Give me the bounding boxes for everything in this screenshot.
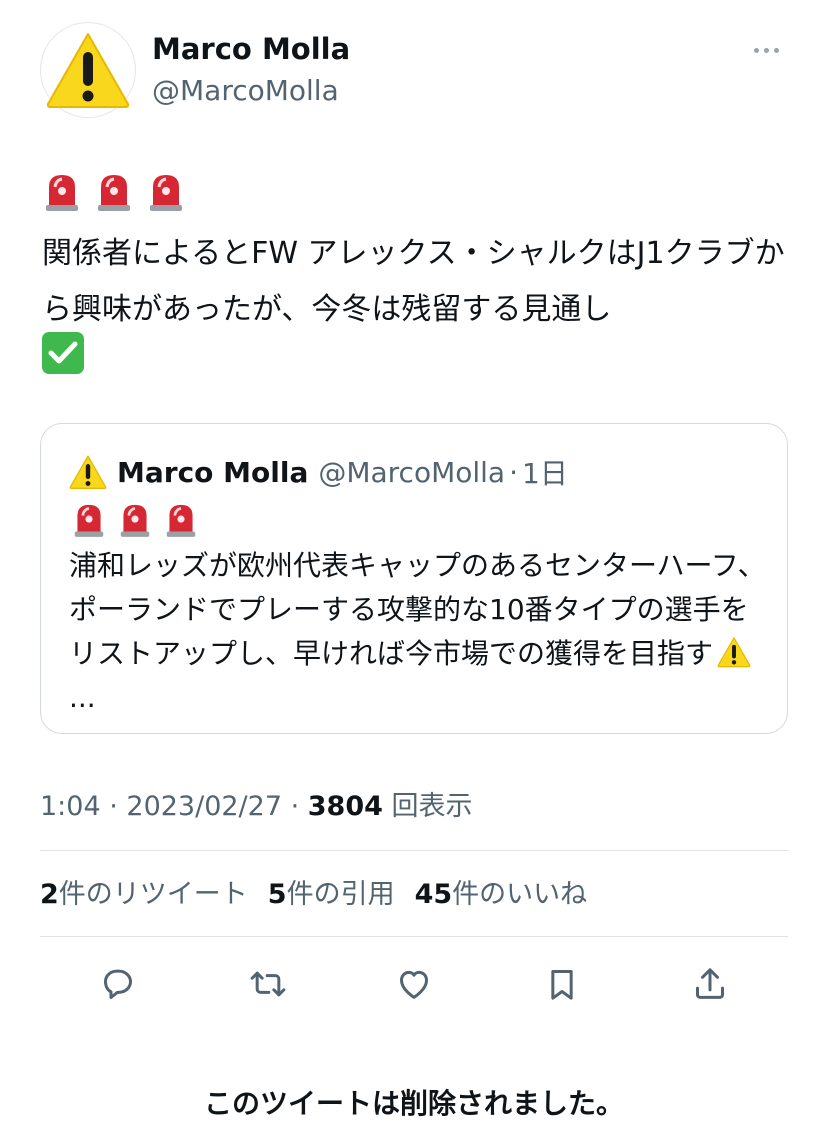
separator: · <box>100 791 127 822</box>
warning-icon <box>69 455 107 490</box>
police-light-icon <box>166 504 196 537</box>
retweets-label: 件のリツイート <box>58 879 248 910</box>
deleted-tweet-notice: このツイートは削除されました。 <box>203 1087 624 1120</box>
divider <box>40 936 788 937</box>
separator: · <box>282 791 308 822</box>
quoted-tweet-header: Marco Molla @MarcoMolla · 1日 <box>69 452 568 492</box>
quoted-tweet-text: 浦和レッズが欧州代表キャップのあるセンターハーフ、ポーランドでプレーする攻撃的な… <box>69 544 769 720</box>
likes-count: 45 <box>414 879 453 910</box>
quotes-count: 5 <box>267 879 287 910</box>
views-label: 回表示 <box>382 791 473 822</box>
police-light-icon <box>46 175 78 211</box>
retweets-count: 2 <box>40 879 59 910</box>
quoted-author-handle: @MarcoMolla <box>318 455 506 489</box>
like-icon <box>400 970 428 999</box>
siren-emoji-row <box>44 172 200 212</box>
tweet-meta: 1:04 · 2023/02/27 · 3804 回表示 <box>40 784 473 823</box>
likes-label: 件のいいね <box>452 879 588 910</box>
quoted-author-name: Marco Molla <box>117 455 309 489</box>
share-icon <box>696 968 724 999</box>
avatar[interactable] <box>40 22 136 118</box>
quotes-label: 件の引用 <box>286 879 395 910</box>
quoted-text-ellipsis: ... <box>69 681 96 714</box>
police-light-icon <box>120 504 150 537</box>
quoted-time: 1日 <box>522 457 568 490</box>
warning-icon <box>717 637 751 668</box>
siren-emoji-row <box>73 502 213 538</box>
bookmark-button[interactable] <box>538 960 586 1008</box>
quoted-tweet-card[interactable]: Marco Molla @MarcoMolla · 1日 浦和レッズが欧州代表キ… <box>40 423 788 734</box>
retweet-icon <box>250 971 286 997</box>
tweet-text: 関係者によるとFW アレックス・シャルクはJ1クラブから興味があったが、今冬は残… <box>42 236 785 327</box>
author-handle[interactable]: @MarcoMolla <box>152 74 339 107</box>
reply-icon <box>104 969 132 999</box>
like-button[interactable] <box>390 960 438 1008</box>
check-mark-button-icon <box>42 332 84 374</box>
quotes-stat[interactable]: 5件の引用 <box>268 872 395 911</box>
reply-button[interactable] <box>94 960 142 1008</box>
divider <box>40 850 788 851</box>
tweet-stats: 2件のリツイート 5件の引用 45件のいいね <box>40 872 587 911</box>
bookmark-icon <box>551 970 573 1000</box>
tweet-time[interactable]: 1:04 <box>40 791 101 822</box>
retweet-button[interactable] <box>244 960 292 1008</box>
separator: · <box>509 455 518 489</box>
police-light-icon <box>74 504 104 537</box>
warning-icon <box>46 33 130 108</box>
tweet-date[interactable]: 2023/02/27 <box>126 791 282 822</box>
quoted-text-body: 浦和レッズが欧州代表キャップのあるセンターハーフ、ポーランドでプレーする攻撃的な… <box>69 549 766 670</box>
tweet-actions-bar <box>40 956 788 1012</box>
police-light-icon <box>98 175 130 211</box>
views-count: 3804 <box>307 791 383 822</box>
author-name[interactable]: Marco Molla <box>152 32 350 66</box>
police-light-icon <box>150 175 182 211</box>
tweet-header: Marco Molla @MarcoMolla <box>40 22 788 122</box>
share-button[interactable] <box>686 960 734 1008</box>
likes-stat[interactable]: 45件のいいね <box>415 872 588 911</box>
retweets-stat[interactable]: 2件のリツイート <box>40 872 248 911</box>
more-options-icon[interactable] <box>754 40 786 60</box>
